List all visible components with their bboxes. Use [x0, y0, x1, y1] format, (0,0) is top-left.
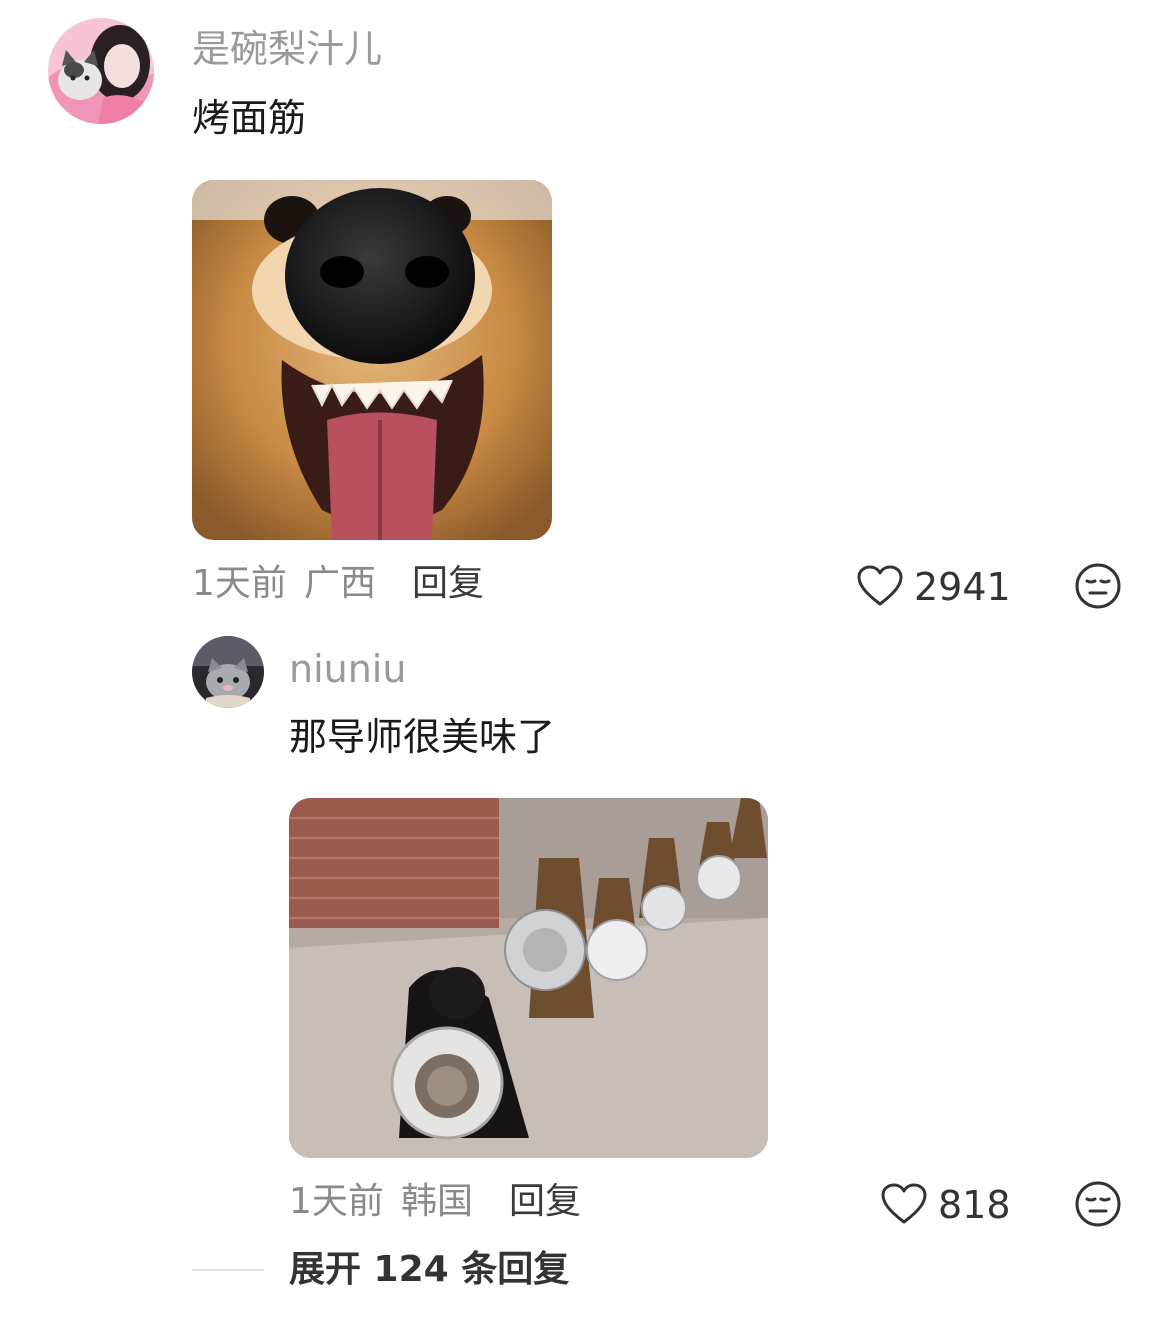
heart-icon: [857, 565, 903, 606]
like-count: 818: [938, 1183, 1011, 1227]
reply-time: 1天前: [289, 1181, 384, 1222]
avatar[interactable]: [192, 636, 264, 708]
comment-text: 烤面筋: [192, 96, 307, 140]
avatar[interactable]: [48, 18, 154, 124]
like-button[interactable]: 2941: [856, 560, 1016, 612]
reply-image[interactable]: [289, 798, 768, 1158]
heart-icon: [881, 1183, 927, 1224]
reply-button[interactable]: 回复: [412, 566, 484, 602]
reply-item: niuniu 那导师很美味了 1天前 韩国 回复 818: [0, 620, 1170, 1240]
reply-text: 那导师很美味了: [289, 715, 556, 759]
comment-time: 1天前: [192, 563, 287, 604]
comment-image[interactable]: [192, 180, 552, 540]
reply-button[interactable]: 回复: [509, 1184, 581, 1220]
like-button[interactable]: 818: [880, 1178, 1020, 1230]
dislike-face-icon: [1075, 563, 1121, 609]
like-count: 2941: [914, 565, 1011, 609]
reply-location: 韩国: [401, 1181, 474, 1222]
dislike-face-icon: [1075, 1181, 1121, 1227]
cat-avatar: [192, 636, 264, 708]
comment-username[interactable]: 是碗梨汁儿: [192, 30, 382, 68]
anime-girl-with-cat-avatar: [48, 18, 154, 124]
reply-username[interactable]: niuniu: [289, 650, 406, 688]
dislike-button[interactable]: [1074, 1180, 1122, 1228]
expand-divider: [192, 1269, 264, 1271]
expand-replies-button[interactable]: 展开 124 条回复: [289, 1252, 569, 1288]
comment-location: 广西: [304, 563, 377, 604]
comment-item: 是碗梨汁儿 烤面筋 1天前 广西 回复 2941: [0, 0, 1170, 620]
dislike-button[interactable]: [1074, 562, 1122, 610]
dogs-holding-bowls-photo: [289, 798, 768, 1158]
dog-closeup-photo: [192, 180, 552, 540]
